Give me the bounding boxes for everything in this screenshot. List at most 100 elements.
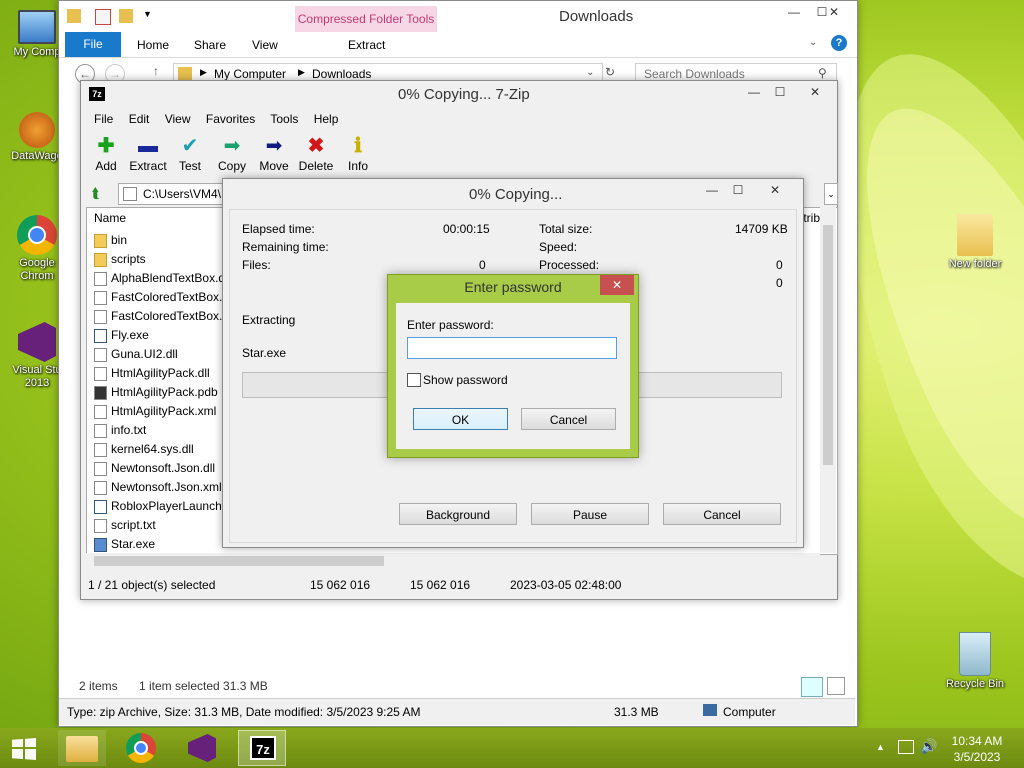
folder-up-icon[interactable]: ⮬ [92,185,100,202]
path-field[interactable]: C:\Users\VM4\ [118,183,230,205]
close-button[interactable]: ✕ [753,181,797,199]
toolbar-test-button[interactable]: ✔ Test [170,133,210,173]
list-item[interactable]: RobloxPlayerLaunche [94,497,228,516]
list-item[interactable]: FastColoredTextBox.x [94,307,228,326]
scrollbar-thumb[interactable] [823,225,833,465]
minimize-button[interactable]: — [781,3,807,21]
search-icon[interactable]: ⚲ [818,66,827,80]
toolbar-copy-button[interactable]: ➡ Copy [212,133,252,173]
desktop-icon-label: DataWago [11,150,63,162]
maximize-button[interactable]: ☐ [767,83,793,101]
list-item[interactable]: Newtonsoft.Json.xml [94,478,222,497]
taskbar-chrome[interactable] [118,730,166,766]
toolbar-label: Extract [129,159,167,173]
list-item[interactable]: AlphaBlendTextBox.d [94,269,225,288]
toolbar-info-button[interactable]: ℹ Info [338,133,378,173]
breadcrumb-downloads[interactable]: Downloads [312,67,371,81]
ribbon-tabs: File Home Share View Extract ⌄ ? [59,32,857,58]
volume-icon[interactable]: 🔊 [920,738,937,755]
move-arrow-icon: ➡ [265,135,283,157]
password-close-button[interactable]: ✕ [600,275,634,295]
new-folder-icon[interactable] [119,9,133,23]
processed-value: 0 [776,258,783,272]
quick-access-folder-icon[interactable] [67,9,81,23]
taskbar-visual-studio[interactable] [178,730,226,766]
list-item[interactable]: HtmlAgilityPack.xml [94,402,216,421]
vertical-scrollbar[interactable] [820,207,836,553]
list-item[interactable]: Fly.exe [94,326,149,345]
desktop-icon-label: My Comp [13,46,61,58]
pause-button[interactable]: Pause [531,503,649,525]
sevenzip-titlebar: 7z 0% Copying... 7-Zip — ☐ ✕ [81,81,837,107]
refresh-icon[interactable]: ↻ [605,65,615,79]
taskbar-file-explorer[interactable] [58,730,106,766]
close-button[interactable]: ✕ [819,3,849,21]
tab-home[interactable]: Home [137,38,169,52]
list-item[interactable]: scripts [94,250,146,269]
horizontal-scrollbar[interactable] [86,553,820,569]
desktop-icon-recycle-bin[interactable]: Recycle Bin [940,632,1010,691]
menu-edit[interactable]: Edit [129,112,150,126]
list-item[interactable]: FastColoredTextBox.d [94,288,229,307]
chevron-down-icon[interactable]: ⌄ [586,67,594,78]
toolbar-extract-button[interactable]: ▬ Extract [128,133,168,173]
search-input[interactable]: Search Downloads [644,67,745,81]
maximize-button[interactable]: ☐ [725,181,751,199]
start-button[interactable] [0,730,48,766]
path-text: C:\Users\VM4\ [143,187,222,201]
progress-cancel-button[interactable]: Cancel [663,503,781,525]
password-cancel-button[interactable]: Cancel [521,408,616,430]
list-item[interactable]: kernel64.sys.dll [94,440,194,459]
tab-share[interactable]: Share [194,38,226,52]
chrome-icon [126,733,156,763]
status-selected: 1 item selected 31.3 MB [139,679,268,693]
show-password-checkbox[interactable] [407,373,421,387]
list-item[interactable]: HtmlAgilityPack.pdb [94,383,218,402]
tab-extract[interactable]: Extract [348,38,385,52]
clock[interactable]: 10:34 AM 3/5/2023 [946,733,1008,765]
network-icon[interactable] [898,740,914,754]
up-button[interactable]: ↑ [153,64,159,78]
file-name: HtmlAgilityPack.pdb [111,385,218,399]
menu-file[interactable]: File [94,112,113,126]
desktop-icon-new-folder[interactable]: New folder [940,214,1010,271]
close-button[interactable]: ✕ [795,83,835,101]
list-item[interactable]: Star.exe [94,535,155,554]
large-icons-view-button[interactable] [827,677,845,695]
tab-view[interactable]: View [252,38,278,52]
toolbar-move-button[interactable]: ➡ Move [254,133,294,173]
help-icon[interactable]: ? [831,35,847,51]
background-button[interactable]: Background [399,503,517,525]
toolbar-add-button[interactable]: ✚ Add [86,133,126,173]
details-view-button[interactable] [801,677,823,697]
tab-file[interactable]: File [65,32,121,57]
ribbon-expand-icon[interactable]: ⌄ [809,37,817,48]
list-item[interactable]: info.txt [94,421,146,440]
path-dropdown-icon[interactable]: ⌄ [824,183,838,205]
chevron-down-icon[interactable]: ▼ [143,9,152,19]
list-item[interactable]: Guna.UI2.dll [94,345,178,364]
minimize-button[interactable]: — [699,181,725,199]
menu-favorites[interactable]: Favorites [206,112,255,126]
scrollbar-thumb[interactable] [94,556,384,566]
clock-time: 10:34 AM [951,734,1003,748]
show-hidden-icons-button[interactable]: ▲ [876,742,885,752]
ok-button[interactable]: OK [413,408,508,430]
show-password-label[interactable]: Show password [423,373,508,387]
menu-help[interactable]: Help [314,112,339,126]
column-header-name[interactable]: Name [94,211,126,225]
file-name: script.txt [111,518,156,532]
list-item[interactable]: script.txt [94,516,156,535]
password-input[interactable] [407,337,617,359]
menu-tools[interactable]: Tools [270,112,298,126]
menu-view[interactable]: View [165,112,191,126]
properties-icon[interactable] [95,9,111,25]
breadcrumb-my-computer[interactable]: My Computer [214,67,286,81]
total-size-value: 14709 KB [735,222,788,236]
list-item[interactable]: Newtonsoft.Json.dll [94,459,215,478]
list-item[interactable]: HtmlAgilityPack.dll [94,364,210,383]
list-item[interactable]: bin [94,231,127,250]
taskbar-7zip[interactable]: 7z [238,730,286,766]
minimize-button[interactable]: — [741,83,767,101]
toolbar-delete-button[interactable]: ✖ Delete [296,133,336,173]
